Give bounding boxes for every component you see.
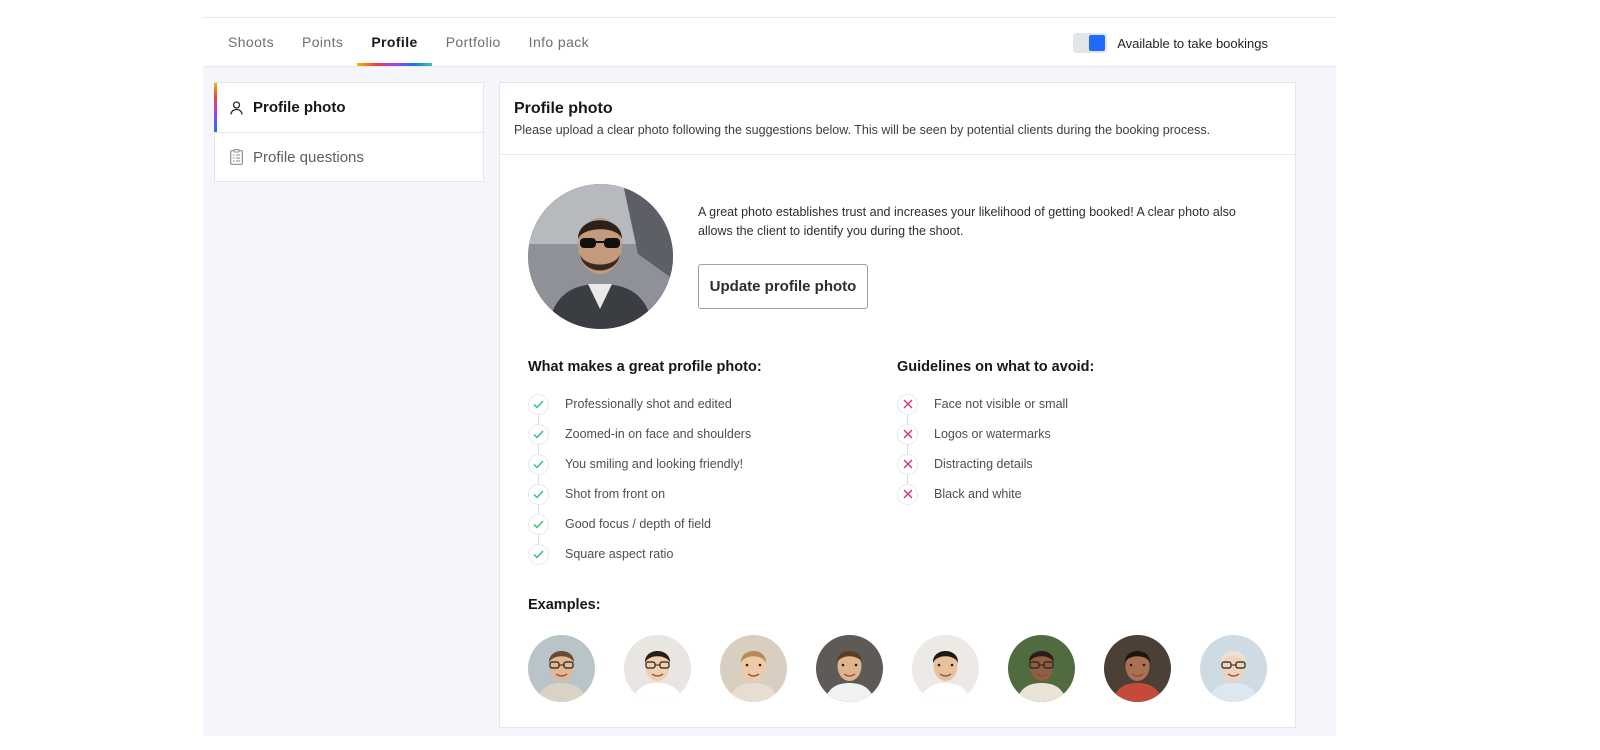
list-item-label: Professionally shot and edited bbox=[565, 397, 732, 411]
examples-heading: Examples: bbox=[528, 597, 601, 613]
availability-label: Available to take bookings bbox=[1117, 35, 1268, 51]
tab-label: Portfolio bbox=[445, 34, 501, 50]
sidebar: Profile photo Profile questions bbox=[214, 82, 484, 182]
check-icon bbox=[528, 513, 549, 535]
tab-info-pack[interactable]: Info pack bbox=[515, 18, 603, 66]
tab-label: Points bbox=[302, 34, 344, 50]
tab-shoots[interactable]: Shoots bbox=[228, 18, 288, 66]
good-photo-guidelines: What makes a great profile photo: Profes… bbox=[528, 359, 868, 569]
example-photo bbox=[1008, 635, 1075, 702]
list-item: Face not visible or small bbox=[897, 389, 1237, 419]
cross-icon bbox=[897, 423, 918, 445]
active-tab-underline bbox=[357, 63, 432, 66]
tab-label: Info pack bbox=[528, 34, 590, 50]
tab-points[interactable]: Points bbox=[288, 18, 357, 66]
sidebar-item-label: Profile questions bbox=[253, 148, 364, 166]
avoid-list-heading: Guidelines on what to avoid: bbox=[897, 359, 1095, 375]
card-subtitle: Please upload a clear photo following th… bbox=[514, 123, 1211, 137]
check-icon bbox=[528, 483, 549, 505]
toggle-knob bbox=[1089, 35, 1106, 51]
user-icon bbox=[229, 100, 243, 116]
active-indicator bbox=[214, 83, 217, 132]
example-photo bbox=[1200, 635, 1267, 702]
tab-portfolio[interactable]: Portfolio bbox=[432, 18, 515, 66]
check-icon bbox=[528, 453, 549, 475]
app-shell: Shoots Points Profile Portfolio Info pac… bbox=[203, 17, 1336, 736]
example-photo bbox=[528, 635, 595, 702]
good-list: Professionally shot and edited Zoomed-in … bbox=[528, 389, 868, 569]
list-item-label: Zoomed-in on face and shoulders bbox=[565, 427, 752, 441]
tab-label: Shoots bbox=[228, 34, 274, 50]
cross-icon bbox=[897, 393, 918, 415]
list-item: Logos or watermarks bbox=[897, 419, 1237, 449]
check-icon bbox=[528, 543, 549, 565]
example-photo bbox=[1104, 635, 1171, 702]
good-list-heading: What makes a great profile photo: bbox=[528, 359, 762, 375]
example-photo bbox=[816, 635, 883, 702]
current-profile-photo bbox=[528, 184, 673, 329]
list-item-label: Distracting details bbox=[934, 457, 1033, 471]
update-profile-photo-button[interactable]: Update profile photo bbox=[698, 264, 868, 309]
availability-toggle[interactable] bbox=[1073, 33, 1108, 53]
example-photo bbox=[720, 635, 787, 702]
sidebar-item-profile-photo[interactable]: Profile photo bbox=[214, 83, 483, 132]
example-photo bbox=[912, 635, 979, 702]
list-item: Shot from front on bbox=[528, 479, 868, 509]
list-item: Black and white bbox=[897, 479, 1237, 509]
sidebar-item-profile-questions[interactable]: Profile questions bbox=[215, 132, 483, 181]
tab-profile[interactable]: Profile bbox=[357, 18, 432, 66]
avoid-list: Face not visible or small Logos or waterm… bbox=[897, 389, 1237, 509]
list-item: Good focus / depth of field bbox=[528, 509, 868, 539]
sidebar-item-label: Profile photo bbox=[253, 99, 346, 116]
avoid-photo-guidelines: Guidelines on what to avoid: Face not vi… bbox=[897, 359, 1237, 509]
list-item: Professionally shot and edited bbox=[528, 389, 868, 419]
check-icon bbox=[528, 393, 549, 415]
clipboard-icon bbox=[229, 149, 243, 165]
tab-label: Profile bbox=[371, 34, 418, 50]
list-item-label: Square aspect ratio bbox=[565, 547, 674, 561]
tab-bar: Shoots Points Profile Portfolio Info pac… bbox=[228, 18, 603, 66]
list-item: Zoomed-in on face and shoulders bbox=[528, 419, 868, 449]
list-item-label: Good focus / depth of field bbox=[565, 517, 711, 531]
list-item-label: Face not visible or small bbox=[934, 397, 1069, 411]
cross-icon bbox=[897, 483, 918, 505]
example-photo bbox=[624, 635, 691, 702]
card-header: Profile photo Please upload a clear phot… bbox=[500, 83, 1295, 155]
list-item: You smiling and looking friendly! bbox=[528, 449, 868, 479]
list-item: Square aspect ratio bbox=[528, 539, 868, 569]
list-item-label: Shot from front on bbox=[565, 487, 666, 501]
card-title: Profile photo bbox=[514, 100, 613, 117]
list-item: Distracting details bbox=[897, 449, 1237, 479]
availability-control: Available to take bookings bbox=[1073, 33, 1268, 53]
check-icon bbox=[528, 423, 549, 445]
list-item-label: Logos or watermarks bbox=[934, 427, 1051, 441]
profile-photo-card: Profile photo Please upload a clear phot… bbox=[499, 82, 1296, 728]
top-navigation: Shoots Points Profile Portfolio Info pac… bbox=[203, 18, 1336, 67]
photo-tip-text: A great photo establishes trust and incr… bbox=[698, 205, 1236, 238]
example-photos bbox=[528, 635, 1267, 702]
list-item-label: Black and white bbox=[934, 487, 1022, 501]
cross-icon bbox=[897, 453, 918, 475]
list-item-label: You smiling and looking friendly! bbox=[565, 457, 744, 471]
